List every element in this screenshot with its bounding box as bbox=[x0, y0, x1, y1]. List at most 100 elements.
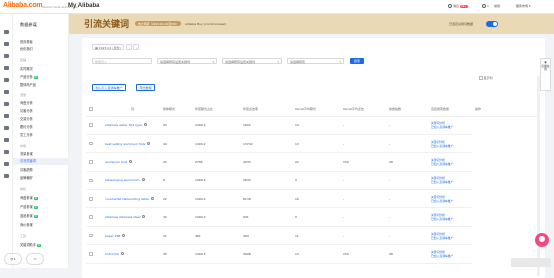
date-picker[interactable]: ▦ 2023-01 (月份) bbox=[92, 44, 124, 50]
promotion-status-link[interactable]: 已加入直通车推广 bbox=[431, 254, 472, 258]
chat-assistant-button[interactable] bbox=[535, 233, 549, 247]
keyword-cell[interactable]: stainless water 304 type bbox=[102, 116, 160, 135]
promotion-status-link[interactable]: 已加入直通车推广 bbox=[431, 236, 472, 240]
sidebar-item[interactable]: 产品分析 N bbox=[20, 74, 38, 79]
keyword-select-3[interactable]: 请选择所有 ▾ bbox=[287, 58, 344, 64]
sidebar-item[interactable]: 品牌偏好 bbox=[20, 175, 33, 180]
user-icon[interactable] bbox=[4, 138, 9, 142]
keyword-link[interactable]: tableclupng aluminium bbox=[105, 178, 140, 182]
promotion-status-link[interactable]: 已加入直通车推广 bbox=[431, 180, 472, 184]
column-header[interactable]: 热搜指数 bbox=[386, 102, 428, 117]
column-header[interactable]: 整体曝光 bbox=[160, 102, 192, 117]
service-market-menu[interactable]: 服务市场 ▾ bbox=[516, 4, 531, 8]
promotion-status-link[interactable]: 已加入直通车推广 bbox=[431, 217, 472, 221]
bottom-chat-button[interactable]: ▭ bbox=[26, 253, 44, 265]
notifications-button[interactable]: 1 bbox=[482, 4, 489, 8]
add-to-promotion-button[interactable]: 加入引入直通车推广 bbox=[92, 84, 127, 91]
keyword-cell[interactable]: paper 288 bbox=[102, 226, 160, 246]
sidebar-item[interactable]: 访客分析 bbox=[20, 108, 33, 113]
common-menu[interactable]: 常用 bbox=[494, 4, 500, 8]
keyword-link[interactable]: tinfoil foil bbox=[105, 252, 119, 256]
keyword-cell[interactable]: best selling aluminum foils bbox=[102, 134, 160, 154]
search-input[interactable]: 搜索引入 bbox=[92, 58, 152, 64]
keyword-link[interactable]: stainless water 304 type bbox=[105, 123, 142, 127]
sidebar-item[interactable]: 交易分析 bbox=[20, 116, 33, 121]
chart-icon[interactable] bbox=[4, 78, 9, 82]
keyword-cell[interactable]: tableclupng aluminium bbox=[102, 171, 160, 191]
keyword-link[interactable]: stainless stainless steel bbox=[105, 215, 140, 219]
bottom-notification-button[interactable]: ◔ 1 bbox=[4, 253, 22, 265]
sidebar-item[interactable]: 优化指引 bbox=[20, 46, 33, 51]
column-header[interactable]: 外贸曝光占比 bbox=[192, 102, 240, 117]
next-button[interactable]: › bbox=[133, 44, 139, 50]
column-header[interactable]: 直接搜索数量 bbox=[428, 102, 472, 117]
right-dock[interactable]: ◉ 直播在线 bbox=[540, 58, 551, 91]
order-icon[interactable] bbox=[4, 54, 9, 58]
promotion-status-link[interactable]: 已加入直通车推广 bbox=[431, 144, 472, 148]
search-button[interactable]: 搜索 bbox=[350, 58, 365, 64]
search-icon[interactable] bbox=[150, 196, 154, 200]
product-icon[interactable] bbox=[4, 42, 9, 46]
promotion-status-link[interactable]: 已加入直通车推广 bbox=[431, 199, 472, 203]
sidebar-item[interactable]: 流量参谋 bbox=[20, 151, 33, 156]
column-header[interactable]: Top10平均曝光 bbox=[292, 102, 340, 117]
column-header[interactable]: 外贸点击率 bbox=[240, 102, 292, 117]
sidebar-item[interactable]: 员工分析 bbox=[20, 132, 33, 137]
search-icon[interactable] bbox=[129, 159, 133, 163]
column-header[interactable]: Top10平均点击 bbox=[340, 102, 386, 117]
row-checkbox[interactable] bbox=[86, 207, 102, 227]
home-icon[interactable] bbox=[4, 30, 9, 34]
keyword-cell[interactable]: aluminum foils bbox=[102, 152, 160, 172]
keyword-select-2[interactable]: 请选择所有设置关键词 ▾ bbox=[222, 58, 282, 64]
sidebar-item[interactable]: 关键词助手 N bbox=[20, 242, 41, 247]
search-icon[interactable] bbox=[141, 178, 145, 182]
sidebar-item-active[interactable]: 引流关键词 bbox=[13, 158, 68, 165]
sidebar-item[interactable]: 选品参谋 N bbox=[20, 213, 38, 218]
sidebar-item[interactable]: 访客趋势 bbox=[20, 167, 33, 172]
search-icon[interactable] bbox=[120, 251, 124, 255]
row-checkbox[interactable] bbox=[86, 171, 102, 191]
row-checkbox[interactable] bbox=[86, 189, 102, 209]
keyword-cell[interactable]: counterfeit tablecloting table bbox=[102, 189, 160, 209]
marketing-icon[interactable] bbox=[4, 90, 9, 94]
sidebar-item[interactable]: 整体商户品 bbox=[20, 82, 36, 87]
sidebar-item[interactable]: 询价参谋 bbox=[20, 222, 33, 227]
row-checkbox[interactable] bbox=[86, 244, 102, 264]
alibaba-logo[interactable]: Alibaba.com bbox=[3, 2, 43, 9]
finance-icon[interactable] bbox=[4, 102, 9, 106]
store-icon[interactable] bbox=[4, 126, 9, 130]
settings-icon[interactable] bbox=[4, 174, 9, 178]
promotion-status-link[interactable]: 已加入直通车推广 bbox=[431, 125, 472, 129]
search-icon[interactable] bbox=[147, 141, 151, 145]
promotion-status-link[interactable]: 已加入直通车推广 bbox=[431, 162, 472, 166]
message-icon[interactable] bbox=[4, 66, 9, 70]
messages-button[interactable]: 消息 99+ bbox=[448, 4, 468, 8]
tools-icon[interactable] bbox=[4, 162, 9, 166]
prev-button[interactable]: ‹ bbox=[126, 44, 132, 50]
export-button[interactable]: 导出数据 bbox=[136, 84, 156, 91]
keyword-link[interactable]: best selling aluminum foils bbox=[105, 142, 145, 146]
app-title[interactable]: My Alibaba bbox=[68, 3, 99, 9]
keyword-link[interactable]: counterfeit tablecloting table bbox=[105, 197, 149, 201]
customize-columns-button[interactable]: 显示列 bbox=[479, 76, 493, 80]
data-icon[interactable] bbox=[4, 150, 9, 154]
select-all-checkbox[interactable] bbox=[86, 102, 102, 117]
row-checkbox[interactable] bbox=[86, 226, 102, 246]
row-checkbox[interactable] bbox=[86, 116, 102, 135]
search-icon[interactable] bbox=[122, 233, 126, 237]
data-toggle[interactable] bbox=[486, 21, 498, 27]
keyword-cell[interactable]: stainless stainless steel bbox=[102, 207, 160, 227]
sidebar-item[interactable]: 产品参谋 N bbox=[20, 204, 38, 209]
keyword-link[interactable]: paper 288 bbox=[105, 234, 120, 238]
logistics-icon[interactable] bbox=[4, 114, 9, 118]
sidebar-item[interactable]: 询盘分析 bbox=[20, 100, 33, 105]
search-icon[interactable] bbox=[142, 215, 146, 219]
sidebar-item[interactable]: 询盘参谋 N bbox=[20, 195, 38, 200]
row-checkbox[interactable] bbox=[86, 134, 102, 154]
sidebar-item[interactable]: 首页看板 bbox=[20, 39, 33, 44]
search-icon[interactable] bbox=[143, 123, 147, 127]
keyword-select-1[interactable]: 请选择所有设置关键词 ▾ bbox=[157, 58, 217, 64]
sidebar-item[interactable]: 实时概况 bbox=[20, 66, 33, 71]
row-checkbox[interactable] bbox=[86, 152, 102, 172]
keyword-link[interactable]: aluminum foils bbox=[105, 160, 127, 164]
